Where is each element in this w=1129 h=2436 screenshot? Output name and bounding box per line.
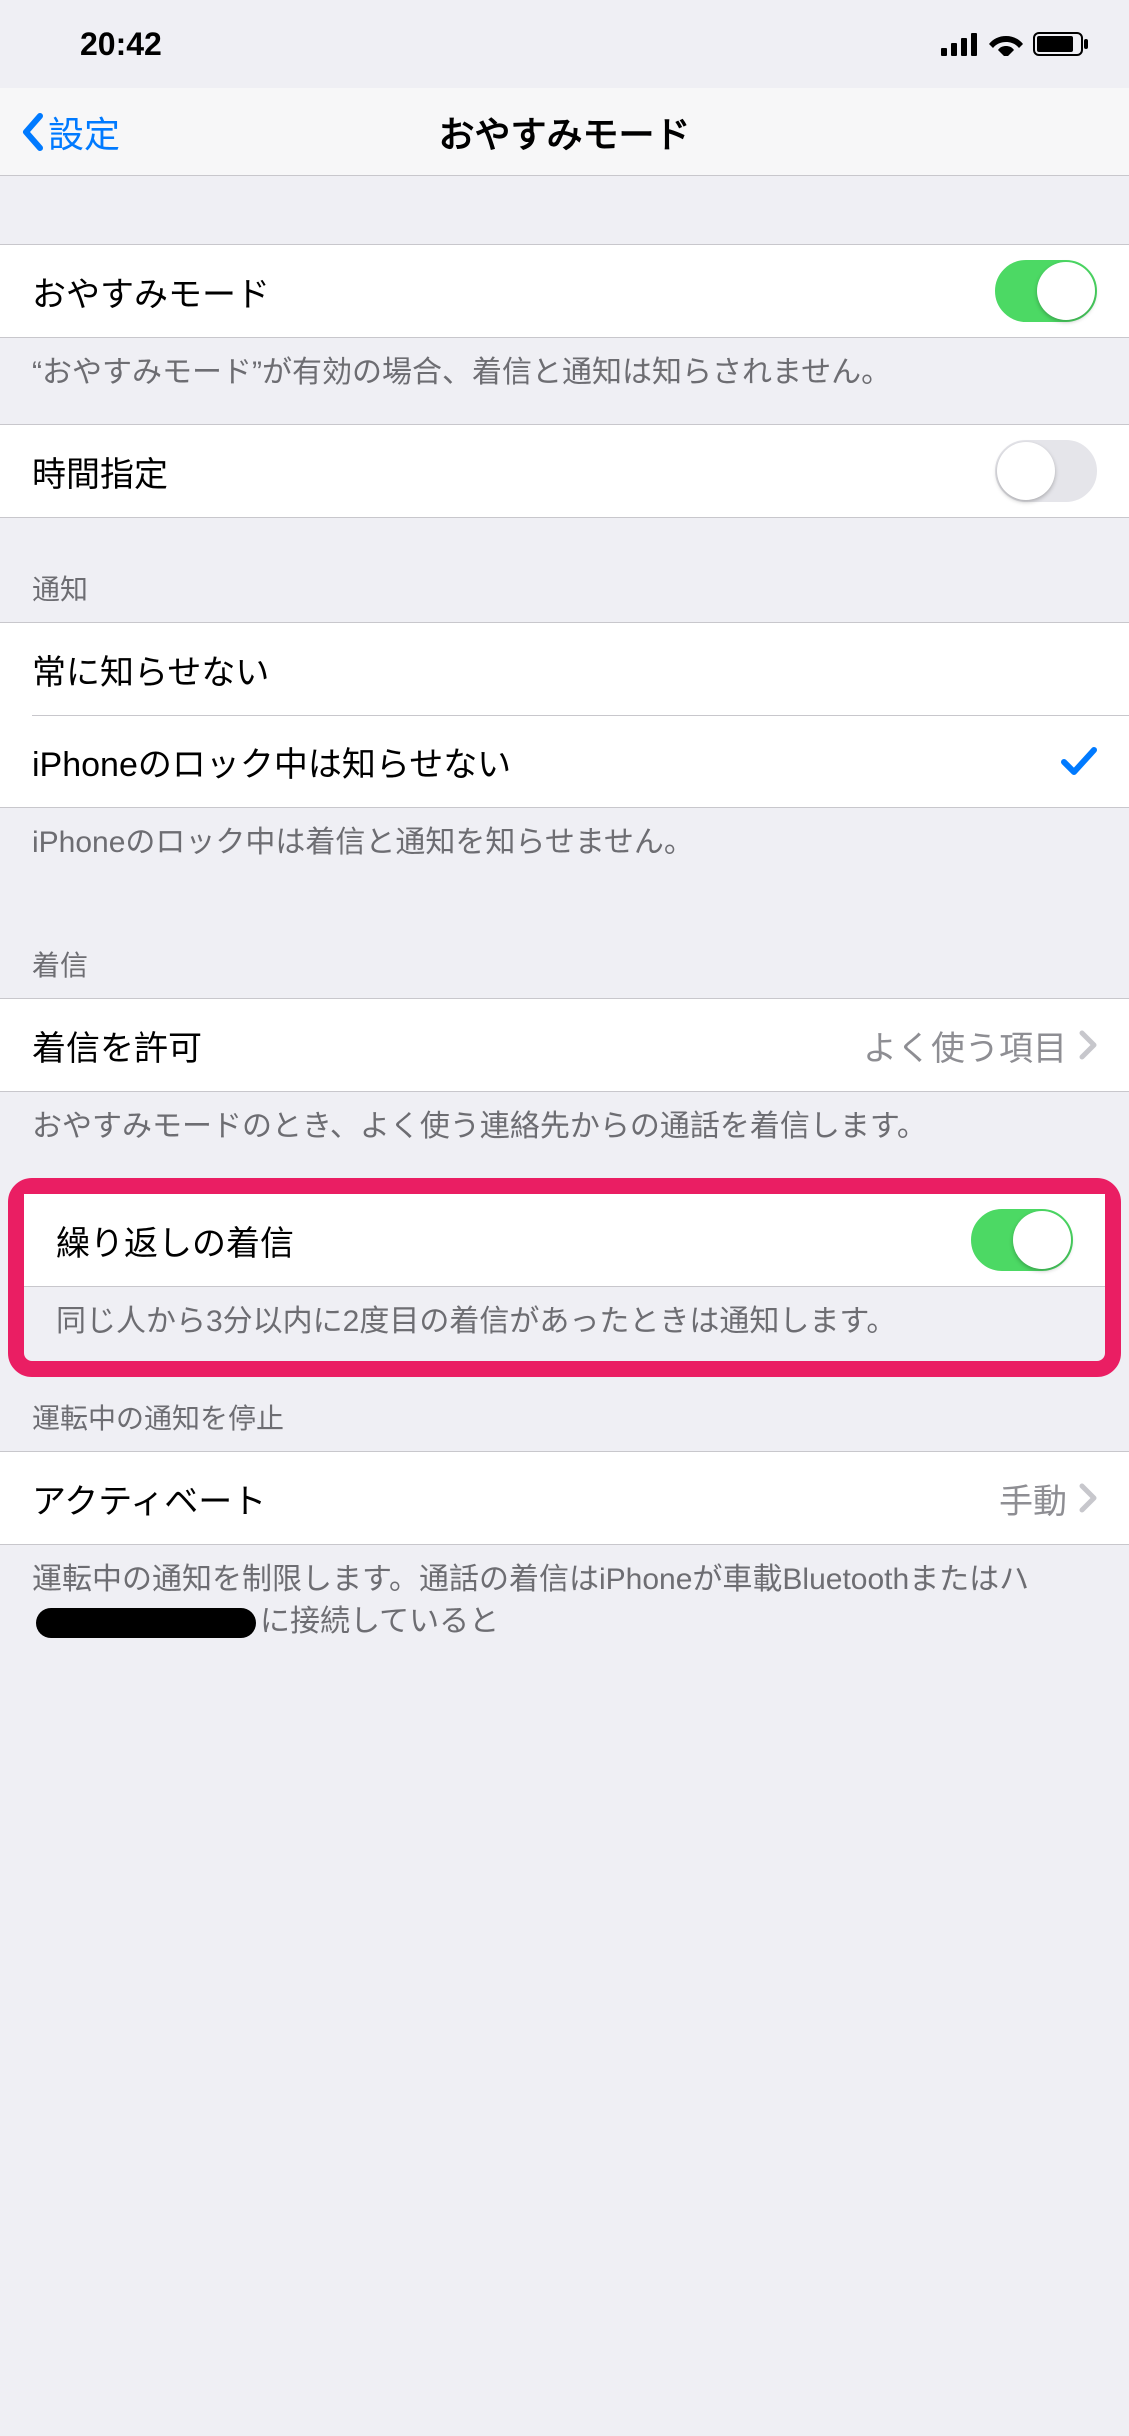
row-dnd-toggle[interactable]: おやすみモード (0, 245, 1129, 337)
chevron-right-icon (1079, 1483, 1097, 1513)
group-schedule: 時間指定 (0, 424, 1129, 518)
driving-footer: 運転中の通知を制限します。通話の着信はiPhoneが車載Bluetoothまたは… (0, 1545, 1129, 1673)
group-calls: 着信 着信を許可 よく使う項目 おやすみモードのとき、よく使う連絡先からの通話を… (0, 894, 1129, 1178)
highlight-box: 繰り返しの着信 同じ人から3分以内に2度目の着信があったときは通知します。 (8, 1178, 1121, 1377)
status-time: 20:42 (80, 26, 162, 63)
page-title: おやすみモード (0, 106, 1129, 158)
activate-value: 手動 (999, 1474, 1067, 1523)
group-notify: 通知 常に知らせない iPhoneのロック中は知らせない iPhoneのロック中… (0, 518, 1129, 894)
allow-calls-label: 着信を許可 (32, 1021, 863, 1070)
cellular-signal-icon (941, 32, 979, 56)
repeat-label: 繰り返しの着信 (56, 1216, 971, 1265)
wifi-icon (989, 32, 1023, 56)
schedule-label: 時間指定 (32, 447, 995, 496)
repeat-footer: 同じ人から3分以内に2度目の着信があったときは通知します。 (24, 1287, 1105, 1361)
chevron-right-icon (1079, 1030, 1097, 1060)
calls-header: 着信 (0, 894, 1129, 998)
driving-header: 運転中の通知を停止 (0, 1377, 1129, 1451)
row-activate[interactable]: アクティベート 手動 (0, 1452, 1129, 1544)
notify-locked-label: iPhoneのロック中は知らせない (32, 737, 1061, 786)
schedule-toggle[interactable] (995, 440, 1097, 502)
battery-icon (1033, 32, 1089, 56)
dnd-label: おやすみモード (32, 267, 995, 316)
notify-footer: iPhoneのロック中は着信と通知を知らせません。 (0, 808, 1129, 894)
dnd-toggle[interactable] (995, 260, 1097, 322)
row-notify-always[interactable]: 常に知らせない (0, 623, 1129, 715)
checkmark-icon (1061, 746, 1097, 776)
calls-footer: おやすみモードのとき、よく使う連絡先からの通話を着信します。 (0, 1092, 1129, 1178)
activate-label: アクティベート (32, 1474, 999, 1523)
nav-bar: 設定 おやすみモード (0, 88, 1129, 176)
group-driving: 運転中の通知を停止 アクティベート 手動 運転中の通知を制限します。通話の着信は… (0, 1377, 1129, 1673)
row-schedule-toggle[interactable]: 時間指定 (0, 425, 1129, 517)
repeat-toggle[interactable] (971, 1209, 1073, 1271)
status-bar: 20:42 (0, 0, 1129, 88)
redaction (36, 1608, 256, 1638)
group-dnd: おやすみモード “おやすみモード”が有効の場合、着信と通知は知らされません。 (0, 244, 1129, 424)
allow-calls-value: よく使う項目 (863, 1021, 1067, 1070)
dnd-footer: “おやすみモード”が有効の場合、着信と通知は知らされません。 (0, 338, 1129, 424)
notify-header: 通知 (0, 518, 1129, 622)
back-button[interactable]: 設定 (20, 106, 120, 158)
chevron-left-icon (20, 112, 44, 152)
back-label: 設定 (48, 106, 120, 158)
status-right (941, 32, 1089, 56)
group-repeat: 繰り返しの着信 同じ人から3分以内に2度目の着信があったときは通知します。 (24, 1194, 1105, 1361)
row-notify-locked[interactable]: iPhoneのロック中は知らせない (0, 715, 1129, 807)
row-repeat-toggle[interactable]: 繰り返しの着信 (24, 1194, 1105, 1286)
row-allow-calls[interactable]: 着信を許可 よく使う項目 (0, 999, 1129, 1091)
notify-always-label: 常に知らせない (32, 645, 1097, 694)
